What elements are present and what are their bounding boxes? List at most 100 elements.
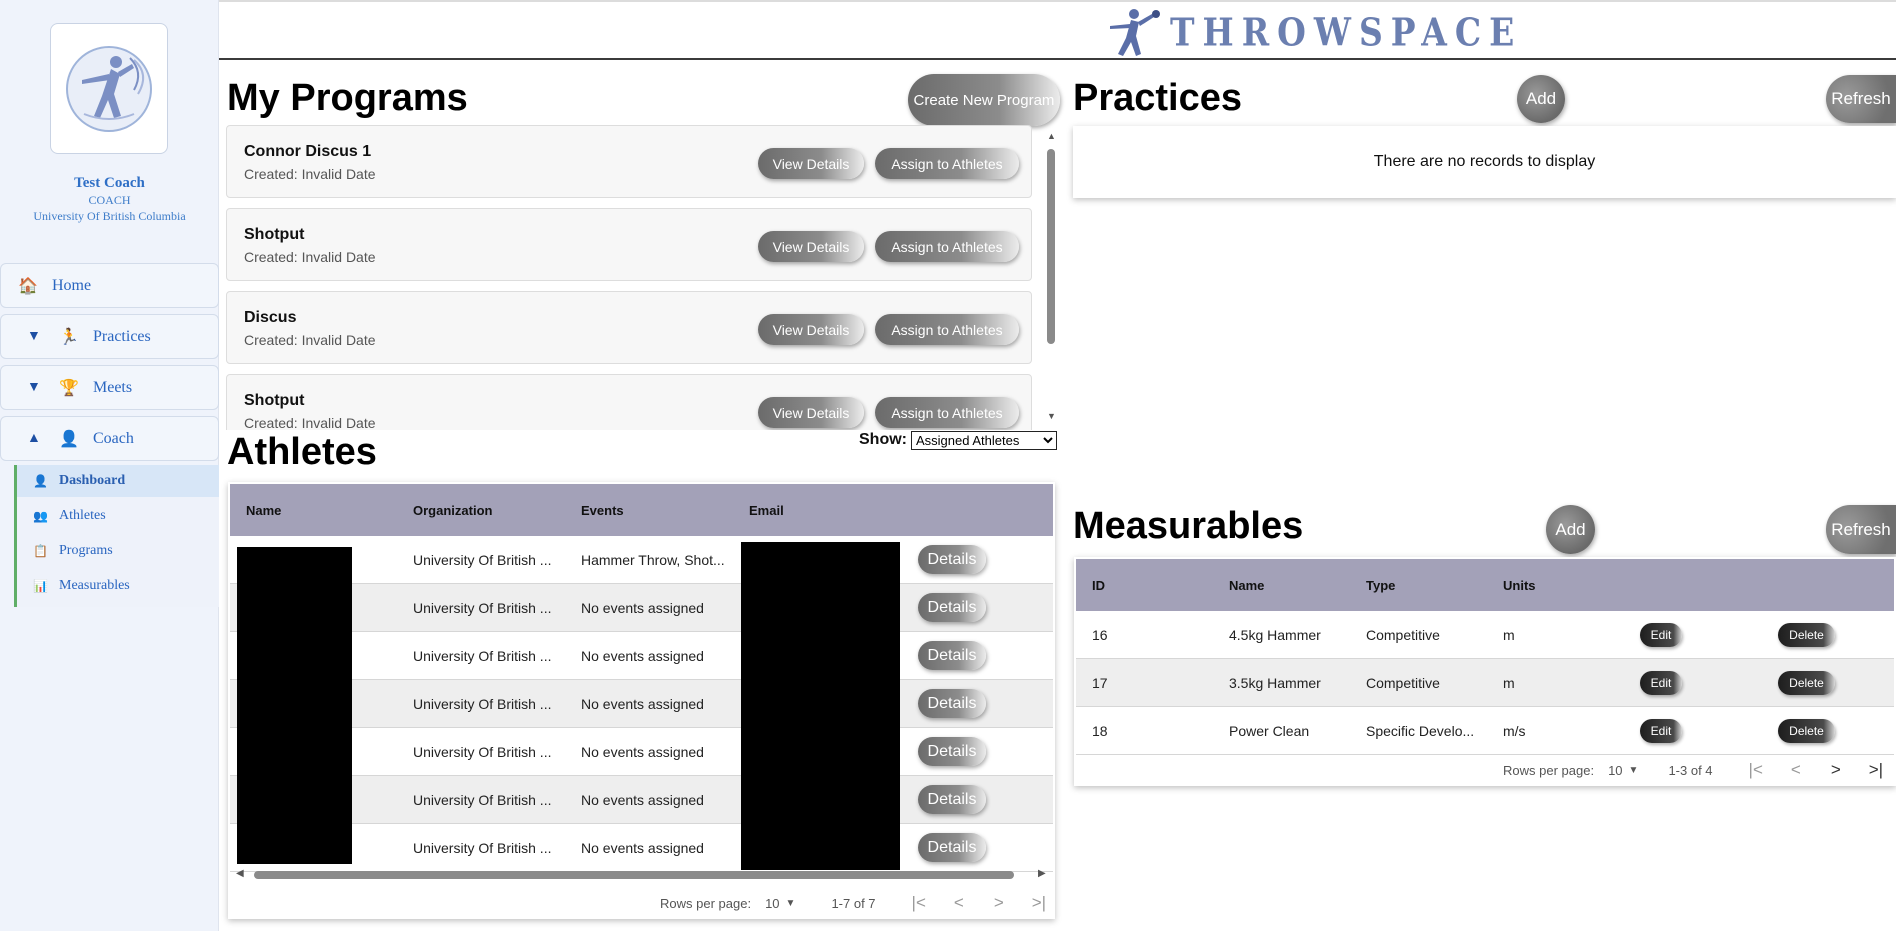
refresh-practices-button[interactable]: Refresh	[1826, 75, 1896, 123]
show-filter-select[interactable]: Assigned Athletes	[911, 431, 1057, 450]
delete-measurable-button[interactable]: Delete	[1778, 671, 1835, 695]
athlete-events: No events assigned	[581, 647, 704, 664]
last-page-icon[interactable]: >|	[1032, 893, 1046, 913]
program-card: Discus Created: Invalid Date View Detail…	[226, 291, 1032, 364]
table-row[interactable]: University Of British ... No events assi…	[230, 584, 1053, 632]
measurable-type: Competitive	[1366, 626, 1440, 643]
athlete-events: No events assigned	[581, 791, 704, 808]
nav-practices-label: Practices	[93, 327, 151, 345]
athlete-details-button[interactable]: Details	[918, 593, 986, 622]
measurable-units: m/s	[1503, 722, 1526, 739]
redacted-emails-block	[741, 542, 900, 870]
table-row[interactable]: University Of British ... No events assi…	[230, 728, 1053, 776]
assign-to-athletes-button[interactable]: Assign to Athletes	[875, 314, 1019, 345]
next-page-icon[interactable]: >	[994, 893, 1004, 913]
refresh-measurables-button[interactable]: Refresh	[1826, 505, 1896, 554]
column-header-email[interactable]: Email	[749, 503, 784, 518]
column-header-name[interactable]: Name	[246, 503, 281, 518]
submenu-item-measurables[interactable]: 📊 Measurables	[17, 570, 219, 602]
submenu-athletes-label: Athletes	[59, 508, 106, 523]
first-page-icon[interactable]: |<	[1749, 760, 1763, 780]
athlete-details-button[interactable]: Details	[918, 689, 986, 718]
previous-page-icon[interactable]: <	[954, 893, 964, 913]
column-header-id[interactable]: ID	[1092, 578, 1105, 593]
scroll-left-icon[interactable]: ◀	[236, 868, 244, 879]
table-row[interactable]: University Of British ... No events assi…	[230, 776, 1053, 824]
next-page-icon[interactable]: >	[1831, 760, 1841, 780]
measurable-id: 18	[1092, 722, 1108, 739]
avatar[interactable]	[50, 23, 168, 154]
column-header-type[interactable]: Type	[1366, 578, 1395, 593]
edit-measurable-button[interactable]: Edit	[1640, 671, 1682, 695]
submenu-item-dashboard[interactable]: 👤 Dashboard	[17, 465, 219, 497]
scroll-right-icon[interactable]: ▶	[1038, 868, 1046, 879]
assign-to-athletes-button[interactable]: Assign to Athletes	[875, 397, 1019, 428]
nav-coach[interactable]: ▲ 👤 Coach	[0, 416, 219, 461]
scrollbar-thumb[interactable]	[1047, 149, 1055, 344]
top-header: THROWSPACE	[219, 0, 1896, 60]
scroll-down-icon[interactable]: ▼	[1047, 411, 1056, 421]
athlete-details-button[interactable]: Details	[918, 833, 986, 862]
person-icon: 👤	[33, 473, 48, 488]
column-header-units[interactable]: Units	[1503, 578, 1536, 593]
column-header-events[interactable]: Events	[581, 503, 624, 518]
athlete-details-button[interactable]: Details	[918, 737, 986, 766]
rows-per-page-select[interactable]: 10	[765, 896, 779, 911]
scroll-up-icon[interactable]: ▲	[1047, 131, 1056, 141]
discus-thrower-avatar-icon	[66, 45, 152, 132]
caret-down-icon[interactable]: ▼	[1629, 765, 1639, 776]
table-row[interactable]: University Of British ... No events assi…	[230, 824, 1053, 872]
view-details-button[interactable]: View Details	[758, 231, 864, 262]
submenu-item-programs[interactable]: 📋 Programs	[17, 535, 219, 567]
add-practice-button[interactable]: Add	[1517, 75, 1565, 123]
measurables-table: ID Name Type Units 16 4.5kg Hammer Compe…	[1074, 557, 1896, 786]
athlete-organization: University Of British ...	[413, 647, 552, 664]
delete-measurable-button[interactable]: Delete	[1778, 719, 1835, 743]
athlete-events: No events assigned	[581, 599, 704, 616]
nav-home[interactable]: 🏠 Home	[0, 263, 219, 308]
athlete-details-button[interactable]: Details	[918, 785, 986, 814]
table-row[interactable]: 16 4.5kg Hammer Competitive m Edit Delet…	[1076, 611, 1894, 659]
view-details-button[interactable]: View Details	[758, 314, 864, 345]
show-filter-label: Show:	[859, 431, 907, 448]
scrollbar-thumb[interactable]	[254, 871, 1014, 879]
measurable-name: 4.5kg Hammer	[1229, 626, 1321, 643]
create-program-button[interactable]: Create New Program	[908, 74, 1060, 126]
page-range: 1-3 of 4	[1668, 762, 1713, 778]
assign-to-athletes-button[interactable]: Assign to Athletes	[875, 148, 1019, 179]
athletes-horizontal-scrollbar[interactable]: ◀ ▶	[230, 868, 1053, 882]
view-details-button[interactable]: View Details	[758, 148, 864, 179]
runner-icon: 🏃	[59, 328, 79, 346]
program-created: Created: Invalid Date	[244, 415, 376, 430]
athlete-details-button[interactable]: Details	[918, 545, 986, 574]
athlete-details-button[interactable]: Details	[918, 641, 986, 670]
table-row[interactable]: University Of British ... Hammer Throw, …	[230, 536, 1053, 584]
app-logo[interactable]: THROWSPACE	[1106, 6, 1522, 58]
first-page-icon[interactable]: |<	[912, 893, 926, 913]
table-row[interactable]: 18 Power Clean Specific Develo... m/s Ed…	[1076, 707, 1894, 755]
column-header-name[interactable]: Name	[1229, 578, 1264, 593]
caret-down-icon[interactable]: ▼	[786, 898, 796, 909]
delete-measurable-button[interactable]: Delete	[1778, 623, 1835, 647]
add-measurable-button[interactable]: Add	[1546, 505, 1595, 554]
athlete-organization: University Of British ...	[413, 743, 552, 760]
view-details-button[interactable]: View Details	[758, 397, 864, 428]
table-row[interactable]: University Of British ... No events assi…	[230, 632, 1053, 680]
athlete-events: No events assigned	[581, 695, 704, 712]
coach-icon: 👤	[59, 430, 79, 448]
athlete-organization: University Of British ...	[413, 695, 552, 712]
last-page-icon[interactable]: >|	[1869, 760, 1883, 780]
nav-meets[interactable]: ▼ 🏆 Meets	[0, 365, 219, 410]
athlete-organization: University Of British ...	[413, 839, 552, 856]
edit-measurable-button[interactable]: Edit	[1640, 623, 1682, 647]
table-row[interactable]: 17 3.5kg Hammer Competitive m Edit Delet…	[1076, 659, 1894, 707]
column-header-organization[interactable]: Organization	[413, 503, 492, 518]
assign-to-athletes-button[interactable]: Assign to Athletes	[875, 231, 1019, 262]
submenu-item-athletes[interactable]: 👥 Athletes	[17, 500, 219, 532]
programs-scrollbar[interactable]: ▲ ▼	[1044, 131, 1058, 423]
previous-page-icon[interactable]: <	[1791, 760, 1801, 780]
table-row[interactable]: University Of British ... No events assi…	[230, 680, 1053, 728]
nav-practices[interactable]: ▼ 🏃 Practices	[0, 314, 219, 359]
rows-per-page-select[interactable]: 10	[1608, 763, 1622, 778]
edit-measurable-button[interactable]: Edit	[1640, 719, 1682, 743]
